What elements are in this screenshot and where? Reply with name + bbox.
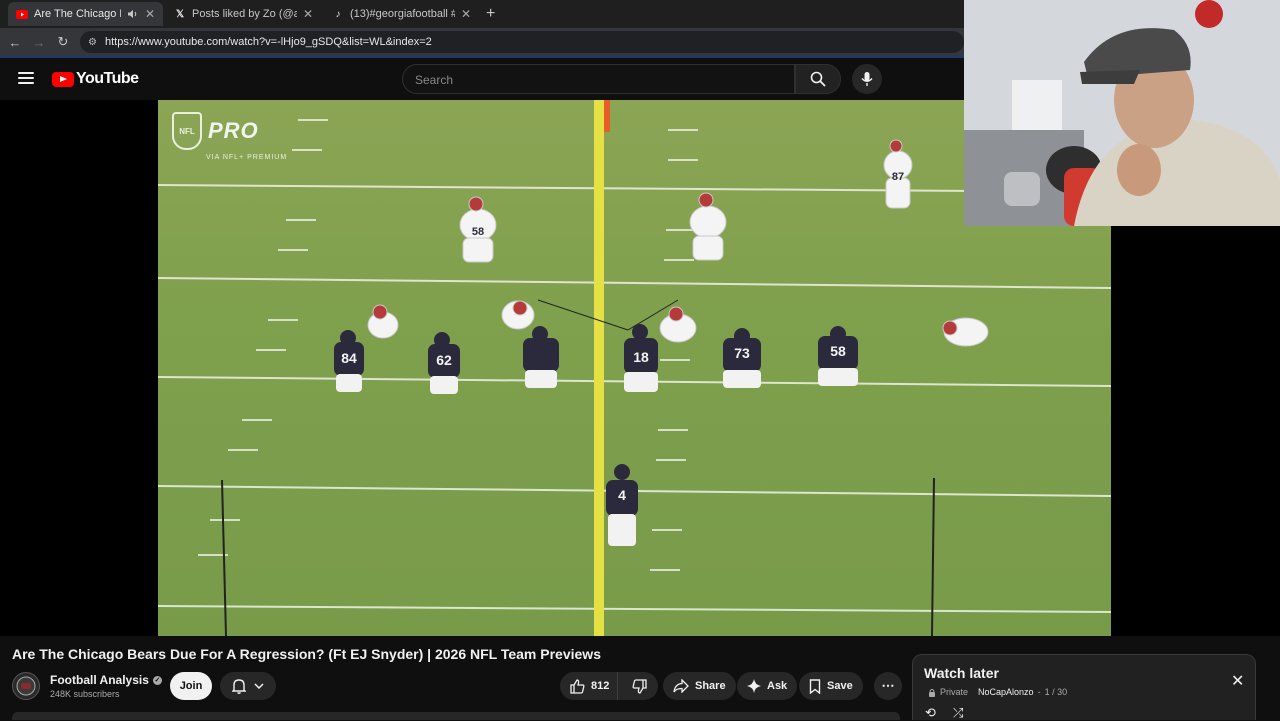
jersey-number: 18: [633, 349, 649, 365]
join-button[interactable]: Join: [170, 672, 212, 700]
thumbs-up-icon: [570, 678, 585, 694]
like-button[interactable]: 812: [560, 672, 619, 700]
tab-title: (13)#georgiafootball #georgia: [350, 8, 455, 20]
address-bar[interactable]: ⚙ https://www.youtube.com/watch?v=-lHjo9…: [80, 31, 964, 53]
x-icon: 𝕏: [175, 8, 185, 20]
reload-icon[interactable]: ↻: [51, 34, 75, 50]
menu-icon[interactable]: [18, 72, 34, 84]
bookmark-icon: [809, 678, 821, 694]
forward-icon[interactable]: →: [27, 35, 51, 50]
jersey-number: 87: [892, 171, 904, 183]
playlist-meta: Private NoCapAlonzo - 1 / 30: [928, 687, 1067, 697]
close-tab-icon[interactable]: ✕: [303, 7, 313, 21]
jersey-number: 58: [472, 226, 484, 238]
webcam-overlay: [964, 0, 1280, 226]
jersey-number: 84: [341, 350, 357, 366]
bell-icon: [232, 679, 246, 694]
player-defense: [367, 304, 399, 339]
thumbs-down-icon: [632, 678, 648, 694]
browser-tab-youtube[interactable]: Are The Chicago Bears Due For A Regressi…: [8, 2, 163, 26]
line-of-scrimmage: [594, 100, 604, 636]
share-button[interactable]: Share: [663, 672, 736, 700]
back-icon[interactable]: ←: [3, 35, 27, 50]
channel-action-row: Football Analysis ✓ 248K subscribers Join…: [12, 670, 902, 704]
player-defense: [689, 192, 727, 261]
like-dislike-group: 812: [560, 672, 658, 700]
description-box[interactable]: [12, 712, 900, 720]
streamer-webcam-image: [964, 0, 1280, 226]
pro-logo-text: PRO: [208, 118, 259, 143]
player-defense: [942, 317, 989, 347]
voice-search-button[interactable]: [852, 64, 882, 94]
search-icon: [810, 71, 826, 87]
tab-title: Posts liked by Zo (@alonzonem: [192, 8, 297, 20]
chevron-down-icon: [254, 683, 264, 689]
more-dots-icon: ⋯: [881, 678, 895, 693]
tab-title: Are The Chicago Bears Due For A Regressi…: [34, 8, 121, 20]
share-icon: [673, 679, 689, 693]
playlist-position: 1 / 30: [1044, 687, 1068, 697]
ask-button[interactable]: Ask: [737, 672, 798, 700]
player-offense: [606, 464, 638, 546]
close-tab-icon[interactable]: ✕: [461, 7, 471, 21]
subscriber-count: 248K subscribers: [50, 689, 120, 699]
site-info-icon[interactable]: ⚙: [88, 37, 97, 48]
tiktok-icon: ♪: [335, 8, 341, 20]
new-tab-icon[interactable]: +: [486, 5, 495, 23]
jersey-number: 73: [734, 345, 750, 361]
loop-icon[interactable]: ⟲: [925, 705, 936, 721]
channel-logo-icon: [16, 676, 36, 696]
player-offense: [523, 326, 559, 388]
playlist-title[interactable]: Watch later: [924, 665, 999, 681]
youtube-icon: [16, 8, 28, 20]
more-actions-button[interactable]: ⋯: [874, 672, 902, 700]
like-count: 812: [591, 680, 610, 692]
notification-button[interactable]: [220, 672, 276, 700]
playlist-privacy: Private: [940, 687, 969, 697]
playlist-panel: Watch later Private NoCapAlonzo - 1 / 30…: [912, 654, 1256, 720]
browser-tab-tiktok[interactable]: ♪ (13)#georgiafootball #georgia ✕: [324, 2, 479, 26]
dislike-button[interactable]: [624, 672, 655, 700]
player-defense: [659, 306, 697, 343]
search-input[interactable]: Search: [402, 64, 795, 94]
player-defense: [501, 300, 535, 330]
jersey-number: 4: [618, 487, 626, 503]
youtube-masthead: YouTube Search: [0, 58, 964, 100]
nfl-pro-watermark: NFL PRO VIA NFL+ PREMIUM: [172, 112, 286, 161]
video-title: Are The Chicago Bears Due For A Regressi…: [12, 646, 601, 662]
jersey-number: 62: [436, 352, 452, 368]
save-label: Save: [827, 680, 853, 692]
playlist-owner[interactable]: NoCapAlonzo: [978, 687, 1034, 697]
channel-name-text: Football Analysis: [50, 673, 149, 687]
search-button[interactable]: [795, 64, 841, 94]
browser-tab-x[interactable]: 𝕏 Posts liked by Zo (@alonzonem ✕: [166, 2, 321, 26]
youtube-logo[interactable]: YouTube: [52, 70, 139, 88]
youtube-logo-text: YouTube: [76, 70, 139, 87]
speaker-icon[interactable]: [127, 8, 139, 20]
shuffle-icon[interactable]: ⤮: [953, 705, 963, 721]
close-tab-icon[interactable]: ✕: [145, 7, 155, 21]
sparkle-icon: [747, 679, 761, 693]
save-button[interactable]: Save: [799, 672, 863, 700]
jersey-number: 58: [830, 343, 846, 359]
share-label: Share: [695, 680, 726, 692]
lock-icon: [929, 688, 935, 697]
watermark-sub: VIA NFL+ PREMIUM: [206, 154, 288, 161]
verified-icon: ✓: [152, 676, 162, 686]
ask-label: Ask: [767, 680, 788, 692]
channel-name[interactable]: Football Analysis ✓: [50, 673, 162, 687]
address-url: https://www.youtube.com/watch?v=-lHjo9_g…: [104, 36, 432, 48]
channel-avatar[interactable]: [12, 672, 40, 700]
youtube-play-icon: [52, 71, 74, 87]
meta-separator: -: [1037, 687, 1041, 697]
microphone-icon: [861, 72, 873, 86]
nfl-shield-logo: NFL: [172, 112, 202, 150]
close-playlist-icon[interactable]: ✕: [1231, 671, 1244, 691]
